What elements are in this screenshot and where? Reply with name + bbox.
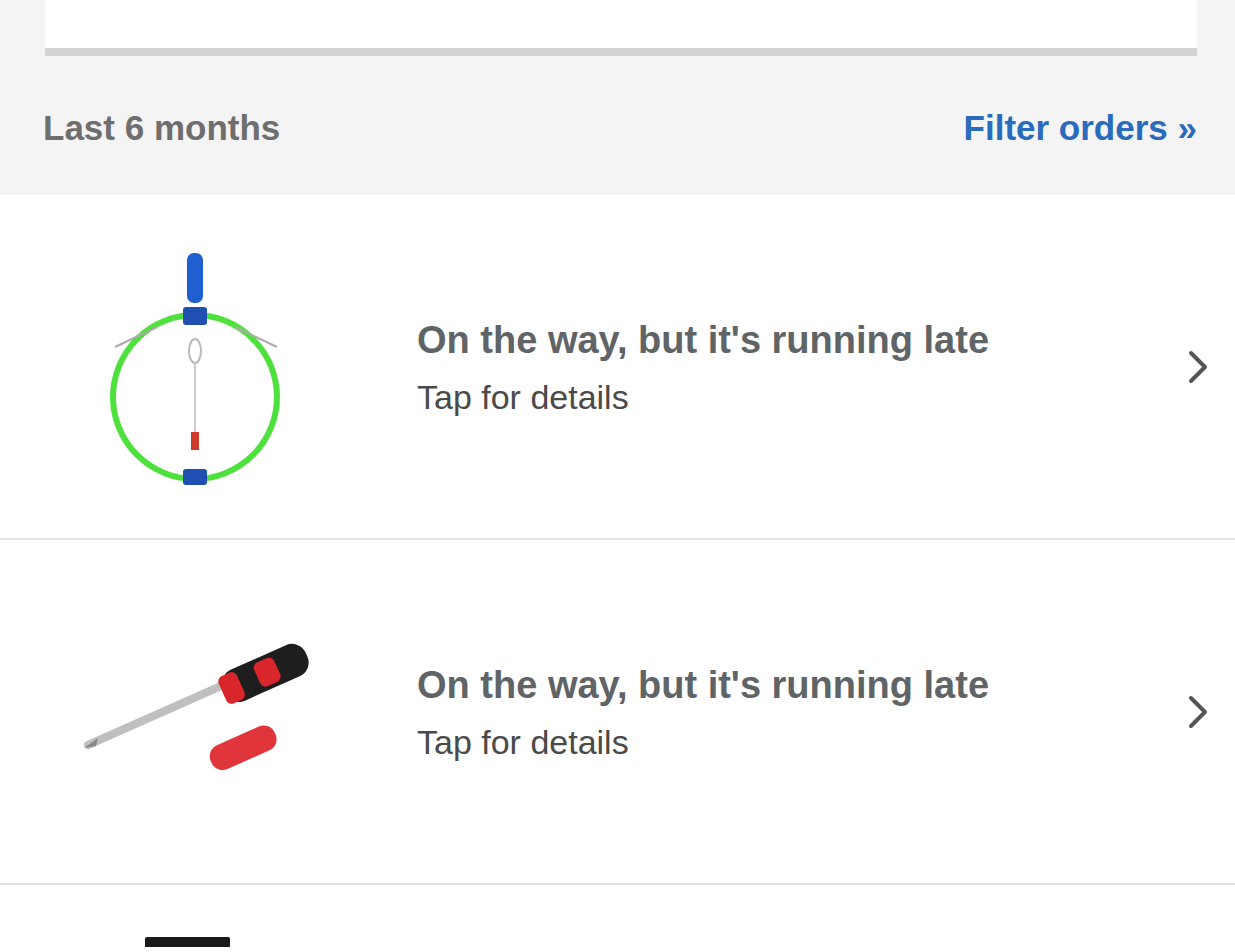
order-row[interactable]: On the way, but it's running late Tap for… <box>0 195 1235 540</box>
order-text: On the way, but it's running late Tap for… <box>310 317 1173 417</box>
order-status: On the way, but it's running late <box>417 662 1173 708</box>
order-status: On the way, but it's running late <box>417 317 1173 363</box>
order-text: On the way, but it's running late Tap for… <box>310 662 1173 762</box>
chevron-right-icon <box>1183 347 1213 387</box>
top-card-area <box>0 0 1235 56</box>
filter-orders-link[interactable]: Filter orders » <box>964 108 1197 148</box>
product-thumbnail <box>80 592 310 832</box>
product-thumbnail <box>80 247 310 487</box>
fish-tape-icon <box>95 247 295 487</box>
order-row-partial[interactable] <box>0 885 1235 947</box>
range-label: Last 6 months <box>43 108 280 148</box>
top-card <box>45 0 1197 56</box>
order-detail: Tap for details <box>417 722 1173 762</box>
chevron-right-icon <box>1183 692 1213 732</box>
orders-page: Last 6 months Filter orders » On the way, … <box>0 0 1235 952</box>
order-detail: Tap for details <box>417 377 1173 417</box>
order-list: On the way, but it's running late Tap for… <box>0 195 1235 952</box>
order-row[interactable]: On the way, but it's running late Tap for… <box>0 540 1235 885</box>
product-thumbnail <box>145 937 230 947</box>
tool-icon <box>80 642 310 782</box>
orders-header: Last 6 months Filter orders » <box>0 56 1235 195</box>
